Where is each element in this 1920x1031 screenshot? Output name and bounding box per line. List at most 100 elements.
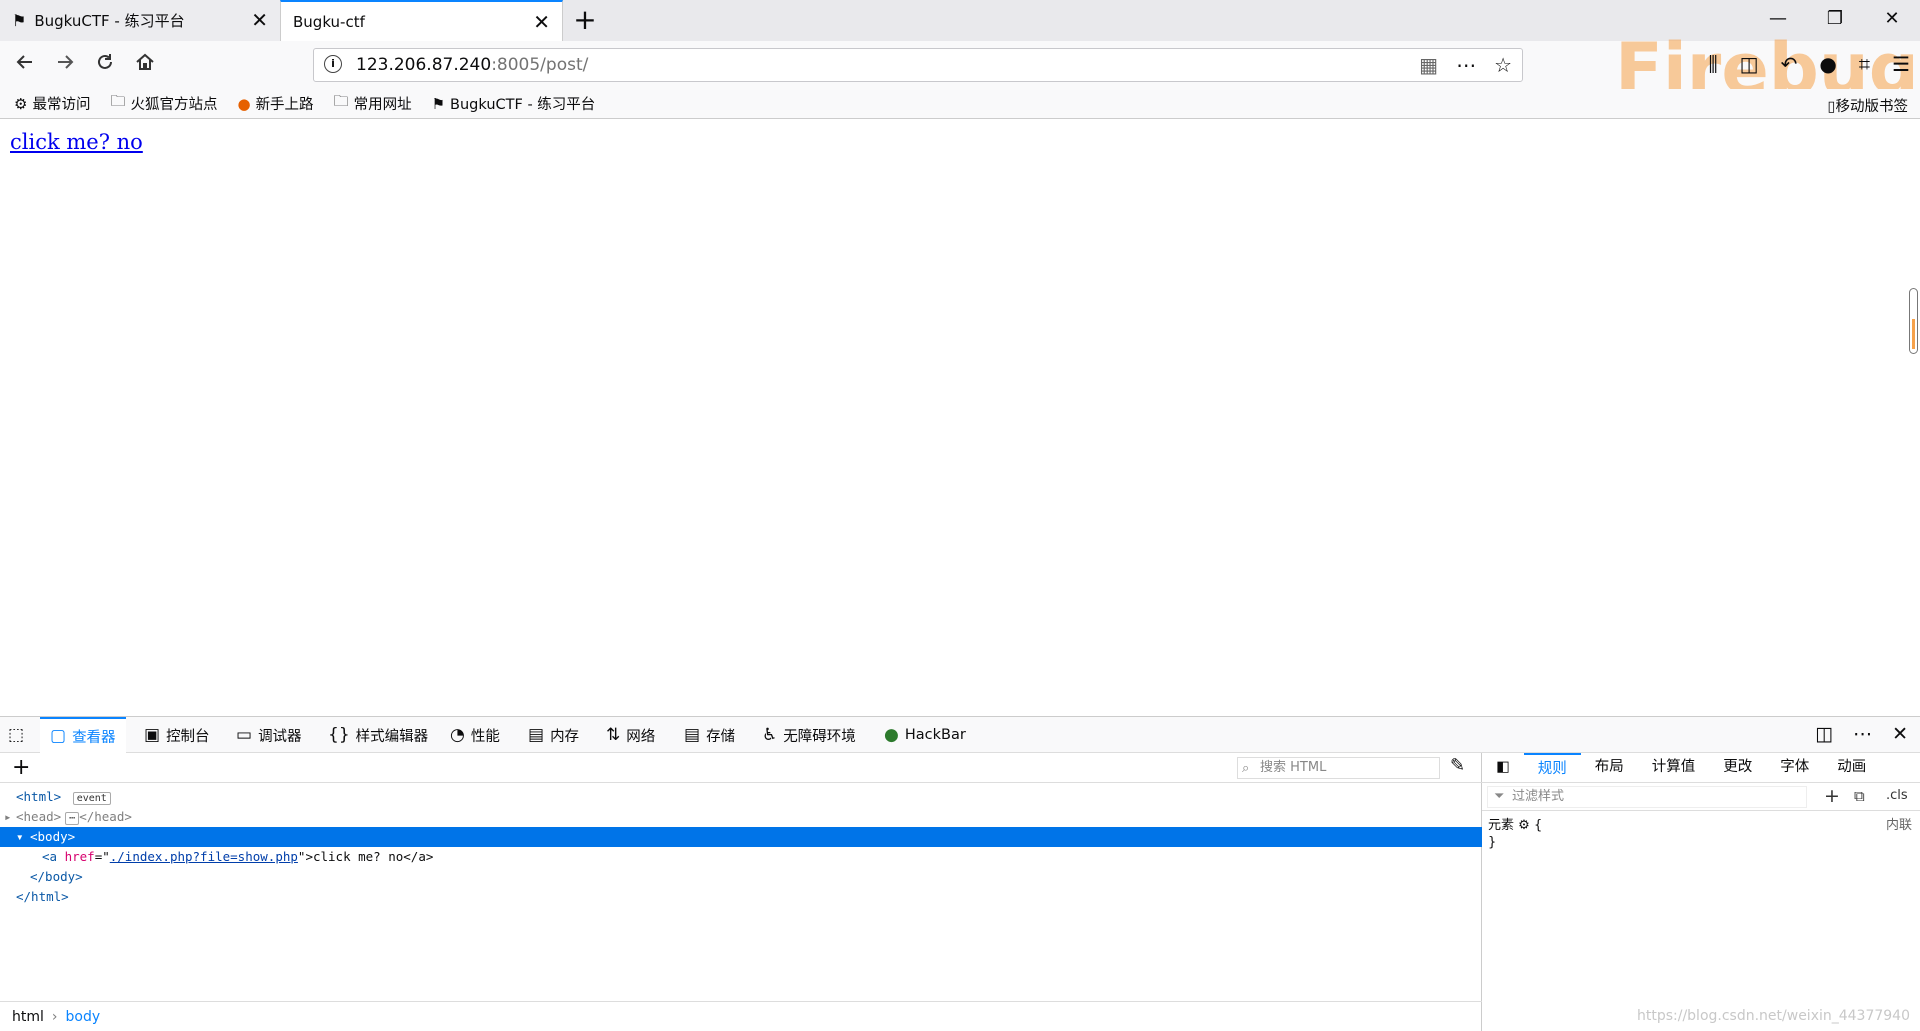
tab-rules[interactable]: 规则 <box>1523 752 1581 783</box>
tree-node-head[interactable]: ▸ <head> ⋯ </head> <box>0 807 1482 827</box>
back-arrow-icon <box>16 55 32 69</box>
dock-icon[interactable]: ◫ <box>1815 723 1833 745</box>
breadcrumb-html[interactable]: html <box>12 1009 44 1025</box>
search-icon: ⌕ <box>1242 761 1250 776</box>
collapse-arrow-icon[interactable]: ▾ <box>16 827 24 847</box>
menu-icon[interactable]: ☰ <box>1892 52 1910 76</box>
chevron-right-icon: › <box>51 1008 58 1025</box>
url-bar[interactable]: i 123.206.87.240:8005/post/ ▦ ⋯ ☆ <box>313 48 1523 82</box>
bookmark-common-sites[interactable]: 🗀 常用网址 <box>334 91 412 116</box>
tab-network[interactable]: ⇅ 网络 <box>606 717 655 753</box>
tree-node-html[interactable]: <html> event <box>0 787 1482 807</box>
chip-icon: ▤ <box>528 725 545 745</box>
tab-inspector[interactable]: ▢ 查看器 <box>40 717 126 753</box>
close-tab-icon[interactable]: ✕ <box>533 12 550 32</box>
click-me-link[interactable]: click me? no <box>10 130 143 154</box>
restore-button[interactable]: ❐ <box>1815 8 1855 29</box>
tab-layout[interactable]: 布局 <box>1581 753 1638 783</box>
toggle-sidebar-icon[interactable]: ◧ <box>1482 753 1524 783</box>
home-icon <box>136 53 154 70</box>
debugger-icon: ▭ <box>236 725 253 745</box>
close-window-button[interactable]: ✕ <box>1872 8 1912 29</box>
tree-node-body[interactable]: ▾ <body> <box>0 827 1482 847</box>
breadcrumb-body[interactable]: body <box>66 1009 101 1025</box>
tree-node-html-close[interactable]: </html> <box>0 887 1482 907</box>
console-icon: ▣ <box>144 725 161 745</box>
tab-computed[interactable]: 计算值 <box>1638 753 1710 783</box>
page-actions-icon[interactable]: ⋯ <box>1456 53 1476 77</box>
gear-icon[interactable]: ⚙ <box>1518 818 1530 833</box>
cursor-pick-icon: ⬚ <box>8 725 25 745</box>
minimize-button[interactable]: — <box>1758 8 1798 29</box>
bookmark-getting-started[interactable]: ● 新手上路 <box>237 93 313 114</box>
search-html-input[interactable]: ⌕ 搜索 HTML <box>1237 757 1440 779</box>
folder-icon: 🗀 <box>333 92 349 110</box>
tab-animations[interactable]: 动画 <box>1823 753 1880 783</box>
url-text[interactable]: 123.206.87.240:8005/post/ <box>356 55 588 75</box>
tree-node-body-close[interactable]: </body> <box>0 867 1482 887</box>
more-options-icon[interactable]: ⋯ <box>1853 723 1872 745</box>
scrollbar-thumb[interactable] <box>1909 288 1918 354</box>
site-info-icon[interactable]: i <box>324 55 342 73</box>
tab-style-editor[interactable]: {} 样式编辑器 <box>328 717 428 753</box>
library-icon[interactable]: ⫼ <box>1708 52 1717 76</box>
bookmark-most-visited[interactable]: ⚙ 最常访问 <box>14 93 90 114</box>
forward-arrow-icon <box>58 55 74 69</box>
tab-bugkuctf[interactable]: ⚑ BugkuCTF - 练习平台 ✕ <box>0 0 280 41</box>
bookmark-firefox-official[interactable]: 🗀 火狐官方站点 <box>110 91 217 116</box>
hackbar-icon: ● <box>884 725 899 745</box>
event-badge[interactable]: event <box>72 792 111 805</box>
rules-filter-bar: ⏷ 过滤样式 + ⧉ .cls <box>1482 783 1920 811</box>
filter-styles-input[interactable]: ⏷ 过滤样式 <box>1487 786 1807 808</box>
flag-icon: ⚑ <box>12 11 27 30</box>
href-link[interactable]: ./index.php?file=show.php <box>110 849 298 864</box>
firefox-icon: ● <box>237 94 251 113</box>
new-tab-button[interactable]: + <box>570 4 600 36</box>
page-content: click me? no <box>0 120 1920 716</box>
navigation-toolbar: i 123.206.87.240:8005/post/ ▦ ⋯ ☆ <box>0 41 1920 89</box>
devtools-tabbar: ⬚ ▢ 查看器 ▣ 控制台 ▭ 调试器 {} 样式编辑器 ◔ 性能 ▤ 内存 ⇅ 网络 ▤ 存储… <box>0 717 1920 753</box>
tab-strip: ⚑ BugkuCTF - 练习平台 ✕ Bugku-ctf ✕ + — ❐ ✕ <box>0 0 1920 41</box>
close-devtools-icon[interactable]: ✕ <box>1892 723 1908 745</box>
undo-icon[interactable]: ↶ <box>1781 52 1798 76</box>
tab-memory[interactable]: ▤ 内存 <box>528 717 579 753</box>
tab-fonts[interactable]: 字体 <box>1766 753 1823 783</box>
toggle-pseudo-class-icon[interactable]: ⧉ <box>1854 787 1865 805</box>
storage-icon: ▤ <box>684 725 701 745</box>
tab-console[interactable]: ▣ 控制台 <box>144 717 210 753</box>
qrcode-icon[interactable]: ▦ <box>1419 53 1438 77</box>
chat-icon[interactable]: ● <box>1819 52 1836 76</box>
cls-button[interactable]: .cls <box>1886 788 1908 803</box>
tab-bugku-ctf[interactable]: Bugku-ctf ✕ <box>280 0 563 41</box>
tab-storage[interactable]: ▤ 存储 <box>684 717 735 753</box>
up-down-arrows-icon: ⇅ <box>606 725 621 745</box>
tab-hackbar[interactable]: ● HackBar <box>884 717 966 753</box>
add-node-icon[interactable]: + <box>12 755 30 780</box>
add-rule-icon[interactable]: + <box>1824 785 1840 807</box>
bookmark-star-icon[interactable]: ☆ <box>1494 53 1512 77</box>
sidebar-icon[interactable]: ◫ <box>1740 52 1759 76</box>
tab-accessibility[interactable]: ♿ 无障碍环境 <box>762 717 856 753</box>
tree-node-a[interactable]: <a href="./index.php?file=show.php">clic… <box>0 847 1482 867</box>
expand-arrow-icon[interactable]: ▸ <box>4 807 12 827</box>
watermark: https://blog.csdn.net/weixin_44377940 <box>1636 1008 1910 1024</box>
close-brace: } <box>1488 835 1497 850</box>
reload-button[interactable] <box>90 51 120 81</box>
tab-changes[interactable]: 更改 <box>1709 753 1766 783</box>
element-picker-button[interactable]: ⬚ <box>8 717 24 753</box>
bookmark-bugkuctf[interactable]: ⚑ BugkuCTF - 练习平台 <box>432 93 596 114</box>
mobile-bookmarks[interactable]: ▯移动版书签 <box>1828 95 1908 116</box>
tab-performance[interactable]: ◔ 性能 <box>450 717 500 753</box>
rules-content: 元素 ⚙ { } 内联 <box>1482 811 1920 857</box>
eyedropper-icon[interactable]: ✎ <box>1450 755 1465 776</box>
accessibility-icon: ♿ <box>762 725 778 745</box>
gauge-icon: ◔ <box>450 725 465 745</box>
back-button[interactable] <box>10 51 40 81</box>
home-button[interactable] <box>130 51 160 81</box>
tab-debugger[interactable]: ▭ 调试器 <box>236 717 302 753</box>
crop-icon[interactable]: ⌗ <box>1859 52 1870 76</box>
close-tab-icon[interactable]: ✕ <box>251 10 268 30</box>
tab-title: BugkuCTF - 练习平台 <box>34 12 185 30</box>
element-rule: 元素 ⚙ { <box>1488 818 1543 833</box>
forward-button[interactable] <box>50 51 80 81</box>
